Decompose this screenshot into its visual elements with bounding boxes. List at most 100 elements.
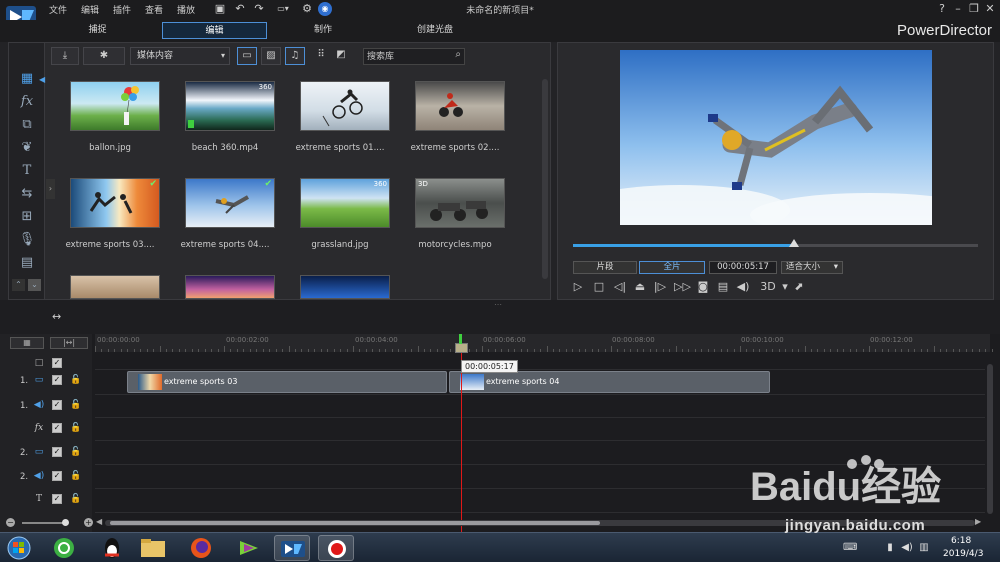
clock-date[interactable]: 2019/4/3 — [943, 549, 983, 559]
minimize-icon[interactable]: – — [951, 2, 965, 16]
audio-mixing-room-icon[interactable]: ⊞ — [18, 208, 36, 226]
volume-icon[interactable]: ◀) — [901, 542, 913, 554]
tab-produce[interactable]: 制作 — [288, 22, 358, 39]
layout-toggle-icon[interactable]: ◩ — [333, 47, 349, 65]
timeline-clip[interactable]: extreme sports 04 — [449, 371, 770, 393]
menu-edit[interactable]: 编辑 — [81, 3, 99, 16]
media-content-select[interactable]: 媒体内容 ▾ — [130, 47, 230, 65]
playhead-handle[interactable] — [455, 343, 468, 353]
plugins-button[interactable]: ✱ — [83, 47, 125, 65]
lock-icon[interactable]: 🔓 — [70, 493, 81, 505]
menu-plugins[interactable]: 插件 — [113, 3, 131, 16]
scrollbar-thumb[interactable] — [110, 521, 600, 525]
close-icon[interactable]: ✕ — [983, 2, 997, 16]
fit-size-select[interactable]: 适合大小 ▾ — [781, 261, 843, 274]
tab-create-disc[interactable]: 创建光盘 — [400, 22, 470, 39]
track-enable-checkbox[interactable]: ✓ — [52, 423, 62, 433]
filter-audio-button[interactable]: ♫ — [285, 47, 305, 65]
battery-icon[interactable]: ▮ — [884, 542, 896, 554]
media-thumb-partial[interactable] — [300, 275, 390, 299]
next-frame-icon[interactable]: |▷ — [653, 280, 667, 294]
track-enable-checkbox[interactable]: ✓ — [52, 447, 62, 457]
play-icon[interactable]: ▷ — [571, 280, 585, 294]
search-icon[interactable]: ⌕ — [455, 49, 461, 60]
fast-forward-icon[interactable]: ▷▷ — [674, 280, 691, 294]
preview-progress-bar[interactable] — [573, 239, 978, 247]
stop-icon[interactable]: □ — [592, 280, 606, 294]
taskbar-app-explorer[interactable] — [135, 535, 171, 561]
timeline-clip[interactable]: extreme sports 03 — [127, 371, 447, 393]
chevron-down-icon[interactable]: ⌄ — [28, 279, 41, 291]
settings-gear-icon[interactable]: ⚙ — [300, 2, 314, 16]
import-media-button[interactable]: ⤓ — [51, 47, 79, 65]
start-button[interactable] — [2, 535, 36, 561]
fit-timeline-icon[interactable]: ↔ — [52, 310, 61, 323]
subtitle-icon[interactable]: ▤ — [716, 280, 730, 294]
thumbnail-view-icon[interactable]: ⠿ — [313, 47, 329, 65]
track-enable-checkbox[interactable]: ✓ — [52, 471, 62, 481]
media-thumb-partial[interactable] — [185, 275, 275, 299]
lock-icon[interactable]: 🔓 — [70, 446, 81, 458]
lock-icon[interactable]: 🔓 — [70, 422, 81, 434]
media-thumb-grassland[interactable]: 360 — [300, 178, 390, 228]
tab-edit[interactable]: 编辑 — [162, 22, 267, 39]
account-icon[interactable]: ◉ — [318, 2, 332, 16]
tab-capture[interactable]: 捕捉 — [60, 22, 135, 39]
menu-file[interactable]: 文件 — [49, 3, 67, 16]
resize-grip-icon[interactable]: ⋯ — [494, 300, 502, 309]
network-icon[interactable]: ▥ — [918, 542, 930, 554]
media-thumb-beach-360[interactable]: 360 — [185, 81, 275, 131]
movie-mode-button[interactable]: 全片 — [639, 261, 705, 274]
chevron-up-icon[interactable]: ⌃ — [12, 279, 25, 291]
volume-icon[interactable]: ◀) — [736, 280, 750, 294]
zoom-slider-handle[interactable] — [62, 519, 69, 526]
previous-frame-icon[interactable]: ◁| — [613, 280, 627, 294]
filter-video-button[interactable]: ▭ — [237, 47, 257, 65]
timeline-ruler[interactable]: 00:00:00:00 00:00:02:00 00:00:04:00 00:0… — [95, 334, 993, 352]
redo-icon[interactable]: ↷ — [252, 2, 266, 16]
zoom-out-icon[interactable]: − — [6, 518, 15, 527]
taskbar-app-qq[interactable] — [94, 535, 130, 561]
particle-room-icon[interactable]: ❦ — [18, 139, 36, 157]
taskbar-app-firefox[interactable] — [183, 535, 219, 561]
timecode-display[interactable]: 00:00:05:17 — [709, 261, 777, 274]
track-enable-checkbox[interactable]: ✓ — [52, 400, 62, 410]
taskbar-app-recorder[interactable] — [318, 535, 354, 561]
media-thumb-partial[interactable] — [70, 275, 160, 299]
taskbar-app-powerdirector[interactable] — [274, 535, 310, 561]
menu-play[interactable]: 播放 — [177, 3, 195, 16]
lock-icon[interactable]: 🔓 — [70, 374, 81, 386]
snap-toggle-icon[interactable]: |↔| — [50, 337, 88, 349]
media-thumb-extreme-04[interactable]: ✔ — [185, 178, 275, 228]
undo-icon[interactable]: ↶ — [233, 2, 247, 16]
3d-mode-button[interactable]: 3D — [758, 280, 778, 294]
media-thumb-ballon[interactable] — [70, 81, 160, 131]
undock-preview-icon[interactable]: ⬈ — [792, 280, 806, 294]
save-icon[interactable]: ▣ — [213, 2, 227, 16]
taskbar-app-media[interactable] — [230, 535, 266, 561]
media-thumb-extreme-02[interactable] — [415, 81, 505, 131]
track-enable-checkbox[interactable]: ✓ — [52, 494, 62, 504]
lock-icon[interactable]: 🔓 — [70, 470, 81, 482]
track-enable-checkbox[interactable]: ✓ — [52, 375, 62, 385]
expand-panel-icon[interactable]: › — [46, 179, 55, 199]
snapshot-camera-icon[interactable]: ◙ — [696, 280, 710, 294]
clock-time[interactable]: 6:18 — [951, 536, 971, 546]
progress-handle[interactable] — [788, 239, 799, 247]
pip-room-icon[interactable]: ⧉ — [18, 116, 36, 134]
aspect-ratio-icon[interactable]: ▭▾ — [272, 2, 294, 16]
menu-view[interactable]: 查看 — [145, 3, 163, 16]
microphone-icon[interactable]: 🎙 — [18, 231, 36, 249]
track-manager-icon[interactable]: ▦ — [10, 337, 44, 349]
media-thumb-extreme-01[interactable] — [300, 81, 390, 131]
chevron-down-icon[interactable]: ▾ — [778, 280, 792, 294]
restore-icon[interactable]: ❐ — [967, 2, 981, 16]
clip-mode-button[interactable]: 片段 — [573, 261, 637, 274]
filter-image-button[interactable]: ▨ — [261, 47, 281, 65]
lock-icon[interactable]: 🔓 — [70, 399, 81, 411]
search-input[interactable] — [364, 49, 448, 64]
zoom-in-icon[interactable]: + — [84, 518, 93, 527]
help-icon[interactable]: ? — [935, 2, 949, 16]
split-icon[interactable]: ⏏ — [633, 280, 647, 294]
taskbar-app-360[interactable] — [46, 535, 82, 561]
